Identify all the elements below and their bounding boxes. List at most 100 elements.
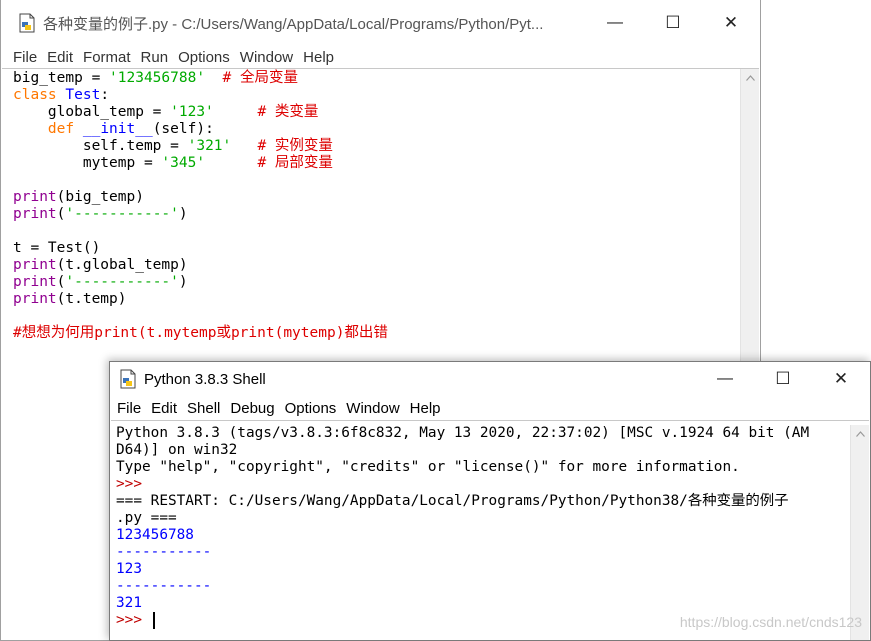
code-line: global_temp = '123' # 类变量: [13, 104, 388, 121]
editor-text-area[interactable]: big_temp = '123456788' # 全局变量 class Test:…: [13, 70, 388, 342]
code-token: print: [13, 291, 57, 307]
minimize-icon: —: [717, 370, 733, 387]
code-token: print: [13, 189, 57, 205]
code-token: >>>: [116, 476, 142, 492]
code-line: self.temp = '321' # 实例变量: [13, 138, 388, 155]
code-line: big_temp = '123456788' # 全局变量: [13, 70, 388, 87]
shell-line: 123: [116, 561, 809, 578]
code-line: #想想为何用print(t.mytemp或print(mytemp)都出错: [13, 325, 388, 342]
menu-help[interactable]: Help: [410, 400, 441, 417]
code-token: (t.temp): [56, 291, 127, 307]
menu-window[interactable]: Window: [240, 49, 293, 66]
maximize-icon: ☐: [775, 369, 791, 388]
shell-title: Python 3.8.3 Shell: [144, 370, 266, 388]
code-token: (big_temp): [56, 189, 144, 205]
editor-menubar: File Edit Format Run Options Window Help: [1, 46, 760, 68]
code-token: === RESTART: C:/Users/Wang/AppData/Local…: [116, 493, 789, 509]
shell-line: Type "help", "copyright", "credits" or "…: [116, 459, 809, 476]
close-icon: ✕: [723, 13, 739, 32]
code-token: # 全局变量: [222, 70, 298, 86]
minimize-button[interactable]: —: [586, 0, 644, 46]
menu-debug[interactable]: Debug: [230, 400, 274, 417]
text-cursor: [152, 612, 155, 629]
maximize-button[interactable]: ☐: [754, 362, 812, 396]
code-token: >>>: [116, 612, 151, 628]
code-token: __init__: [82, 121, 153, 137]
code-line: t = Test(): [13, 240, 388, 257]
menu-options[interactable]: Options: [285, 400, 337, 417]
code-token: -----------: [116, 578, 212, 594]
code-token: Type "help", "copyright", "credits" or "…: [116, 459, 740, 475]
close-button[interactable]: ✕: [702, 0, 760, 46]
menu-format[interactable]: Format: [83, 49, 131, 66]
code-line: def __init__(self):: [13, 121, 388, 138]
code-token: Python 3.8.3 (tags/v3.8.3:6f8c832, May 1…: [116, 425, 810, 441]
menu-run[interactable]: Run: [141, 49, 169, 66]
code-token: '-----------': [65, 206, 179, 222]
code-line: class Test:: [13, 87, 388, 104]
code-token: ): [178, 206, 188, 222]
shell-line: === RESTART: C:/Users/Wang/AppData/Local…: [116, 493, 809, 510]
menu-file[interactable]: File: [117, 400, 141, 417]
code-token: self.temp =: [13, 138, 188, 154]
shell-titlebar[interactable]: Python 3.8.3 Shell — ☐ ✕: [110, 362, 870, 396]
maximize-button[interactable]: ☐: [644, 0, 702, 46]
menu-options[interactable]: Options: [178, 49, 230, 66]
shell-line: 123456788: [116, 527, 809, 544]
code-token: '321': [187, 138, 232, 154]
code-token: Test: [65, 87, 101, 103]
shell-line: 321: [116, 595, 809, 612]
menu-file[interactable]: File: [13, 49, 37, 66]
shell-window: Python 3.8.3 Shell — ☐ ✕ File Edit Shell…: [109, 361, 871, 641]
code-token: 321: [116, 595, 142, 611]
shell-line: .py ===: [116, 510, 809, 527]
shell-line: -----------: [116, 544, 809, 561]
menubar-divider: [111, 420, 869, 421]
shell-text-area[interactable]: Python 3.8.3 (tags/v3.8.3:6f8c832, May 1…: [116, 425, 809, 629]
minimize-button[interactable]: —: [696, 362, 754, 396]
menu-edit[interactable]: Edit: [47, 49, 73, 66]
code-token: '345': [161, 155, 206, 171]
menubar-divider: [2, 68, 759, 69]
shell-menubar: File Edit Shell Debug Options Window Hel…: [110, 396, 870, 420]
python-shell-icon: [120, 369, 136, 389]
code-token: # 局部变量: [257, 155, 333, 171]
code-token: :: [100, 87, 110, 103]
menu-help[interactable]: Help: [303, 49, 334, 66]
shell-scrollbar[interactable]: [850, 425, 869, 640]
code-line: print('-----------'): [13, 206, 388, 223]
shell-line: Python 3.8.3 (tags/v3.8.3:6f8c832, May 1…: [116, 425, 809, 442]
menu-shell[interactable]: Shell: [187, 400, 220, 417]
close-icon: ✕: [833, 369, 849, 388]
scroll-up-icon[interactable]: [741, 69, 759, 87]
code-token: 123456788: [116, 527, 194, 543]
code-token: def: [47, 121, 75, 137]
code-line: print(big_temp): [13, 189, 388, 206]
code-token: D64)] on win32: [116, 442, 238, 458]
code-token: (self):: [152, 121, 214, 137]
code-token: (t.global_temp): [56, 257, 188, 273]
menu-edit[interactable]: Edit: [151, 400, 177, 417]
watermark: https://blog.csdn.net/cnds123: [679, 614, 862, 630]
code-token: 123: [116, 561, 142, 577]
editor-titlebar[interactable]: 各种变量的例子.py - C:/Users/Wang/AppData/Local…: [1, 0, 760, 46]
code-token: '123': [170, 104, 214, 120]
scroll-up-icon[interactable]: [851, 425, 869, 443]
code-token: big_temp =: [13, 70, 110, 86]
code-token: ): [178, 274, 188, 290]
code-token: .py ===: [116, 510, 177, 526]
code-line: print('-----------'): [13, 274, 388, 291]
code-token: t = Test(): [13, 240, 101, 256]
code-token: class: [13, 87, 57, 103]
minimize-icon: —: [607, 14, 623, 31]
shell-line: -----------: [116, 578, 809, 595]
maximize-icon: ☐: [665, 13, 681, 32]
close-button[interactable]: ✕: [812, 362, 870, 396]
menu-window[interactable]: Window: [346, 400, 399, 417]
